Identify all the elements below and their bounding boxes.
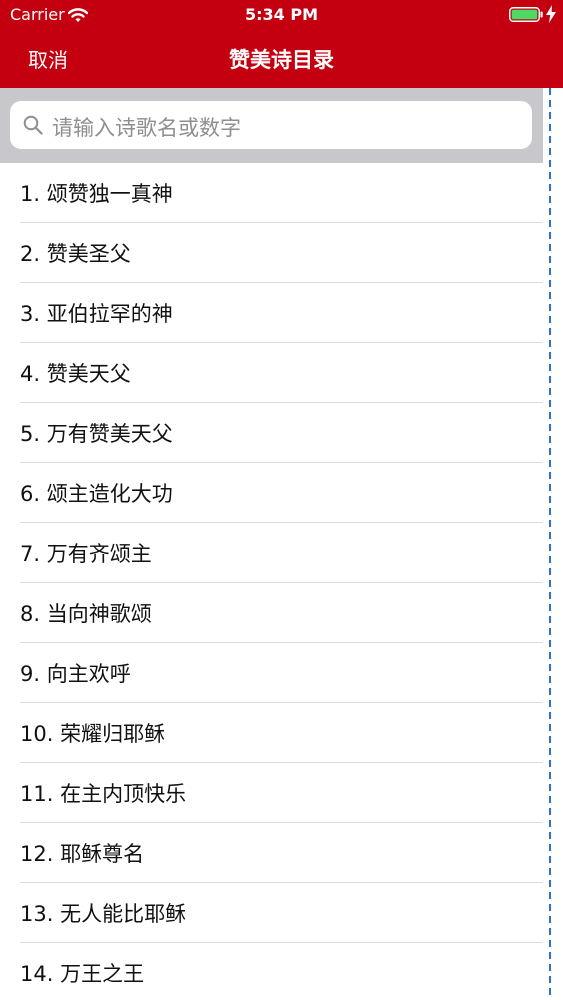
search-icon bbox=[23, 115, 43, 135]
list-item[interactable]: 2. 赞美圣父 bbox=[0, 223, 543, 283]
search-placeholder: 请输入诗歌名或数字 bbox=[52, 116, 241, 140]
section-index-bar[interactable] bbox=[549, 88, 551, 1000]
list-item[interactable]: 11. 在主内顶快乐 bbox=[0, 763, 543, 823]
status-bar: Carrier 5:34 PM bbox=[0, 0, 563, 30]
list-item[interactable]: 4. 赞美天父 bbox=[0, 343, 543, 403]
battery-icon bbox=[509, 7, 543, 22]
list-item-title: 14. 万王之王 bbox=[20, 962, 145, 986]
list-item[interactable]: 8. 当向神歌颂 bbox=[0, 583, 543, 643]
list-item-title: 5. 万有赞美天父 bbox=[20, 422, 173, 446]
list-item[interactable]: 12. 耶稣尊名 bbox=[0, 823, 543, 883]
list-item-title: 1. 颂赞独一真神 bbox=[20, 182, 173, 206]
list-item-title: 4. 赞美天父 bbox=[20, 362, 131, 386]
list-item[interactable]: 5. 万有赞美天父 bbox=[0, 403, 543, 463]
status-time: 5:34 PM bbox=[244, 5, 318, 24]
search-input[interactable]: 请输入诗歌名或数字 bbox=[10, 101, 532, 149]
app-header: Carrier 5:34 PM 取消 赞美诗目录 bbox=[0, 0, 563, 88]
list-item-title: 10. 荣耀归耶稣 bbox=[20, 722, 166, 746]
list-item-title: 9. 向主欢呼 bbox=[20, 662, 131, 686]
navigation-bar: 取消 赞美诗目录 bbox=[0, 30, 563, 88]
list-item-title: 8. 当向神歌颂 bbox=[20, 602, 152, 626]
list-item[interactable]: 3. 亚伯拉罕的神 bbox=[0, 283, 543, 343]
list-item[interactable]: 6. 颂主造化大功 bbox=[0, 463, 543, 523]
list-item[interactable]: 10. 荣耀归耶稣 bbox=[0, 703, 543, 763]
list-item-title: 11. 在主内顶快乐 bbox=[20, 782, 187, 806]
list-item-title: 13. 无人能比耶稣 bbox=[20, 902, 187, 926]
list-item[interactable]: 7. 万有齐颂主 bbox=[0, 523, 543, 583]
list-item[interactable]: 1. 颂赞独一真神 bbox=[0, 163, 543, 223]
list-item-title: 7. 万有齐颂主 bbox=[20, 542, 152, 566]
list-item[interactable]: 13. 无人能比耶稣 bbox=[0, 883, 543, 943]
list-item-title: 3. 亚伯拉罕的神 bbox=[20, 302, 173, 326]
page-title: 赞美诗目录 bbox=[229, 48, 334, 72]
list-item[interactable]: 9. 向主欢呼 bbox=[0, 643, 543, 703]
hymn-list: 1. 颂赞独一真神 2. 赞美圣父 3. 亚伯拉罕的神 4. 赞美天父 5. 万… bbox=[0, 163, 543, 1000]
list-item-title: 2. 赞美圣父 bbox=[20, 242, 131, 266]
list-item[interactable]: 14. 万王之王 bbox=[0, 943, 543, 1000]
list-item-title: 12. 耶稣尊名 bbox=[20, 842, 145, 866]
search-bar: 请输入诗歌名或数字 bbox=[0, 88, 543, 163]
charging-icon bbox=[546, 5, 556, 23]
list-item-title: 6. 颂主造化大功 bbox=[20, 482, 173, 506]
